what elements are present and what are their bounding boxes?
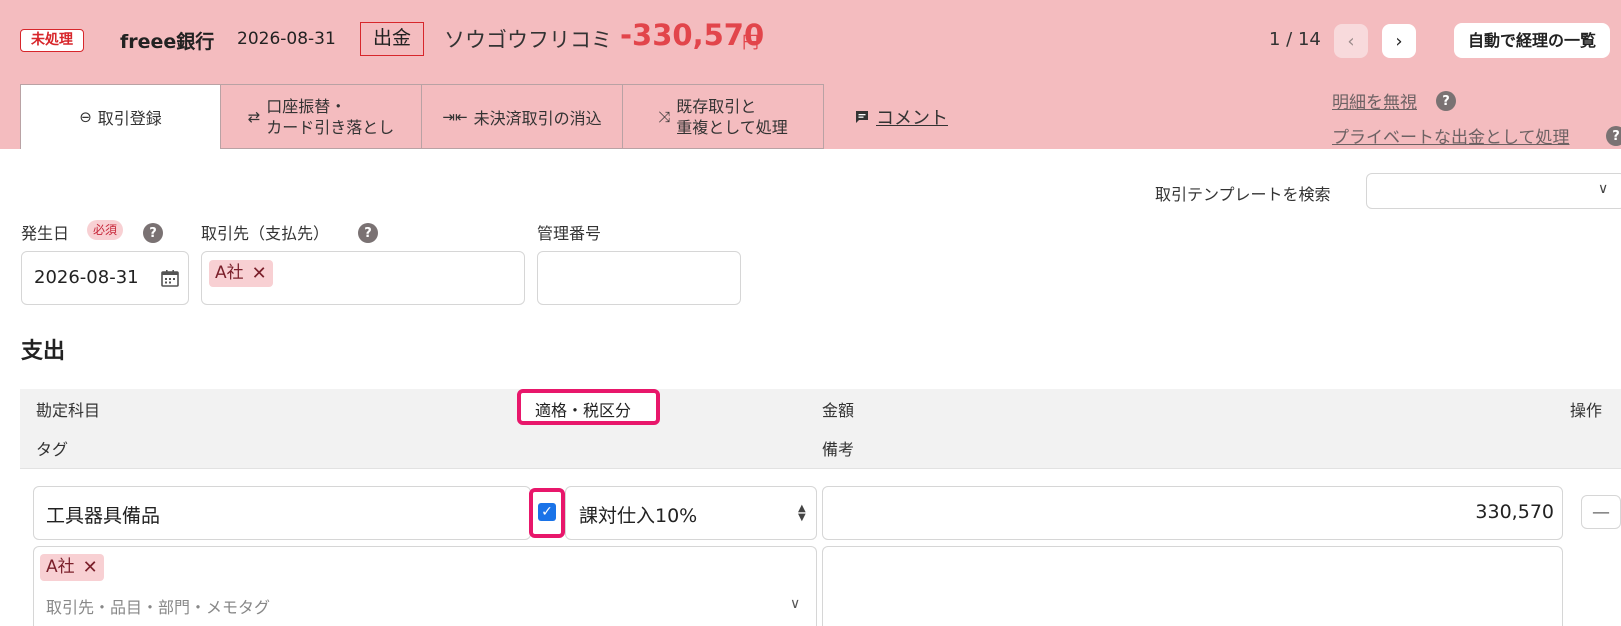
minus-circle-icon: ⊖ [79,108,92,126]
partner-chip-label: A社 [215,263,244,283]
amount-field[interactable] [822,486,1563,540]
chevron-down-icon: ∨ [1598,181,1609,197]
help-icon[interactable]: ? [1436,91,1456,111]
template-search-label: 取引テンプレートを検索 [1155,185,1331,204]
comment-link[interactable]: コメント [854,104,948,130]
date-label: 発生日 [21,224,70,243]
column-header-tag: タグ [36,440,69,459]
tab-reconcile-unsettled[interactable]: ⇥⇤ 未決済取引の消込 [422,84,623,149]
partner-label: 取引先（支払先） [201,224,330,243]
swap-arrows-icon: ⇄ [247,107,261,126]
amount-value: 330,570 [1475,501,1554,523]
previous-button[interactable]: ‹ [1334,24,1368,58]
private-withdrawal-link[interactable]: プライベートな出金として処理 [1332,123,1570,148]
merge-icon: ⇥⇤ [442,107,468,126]
chevron-down-icon[interactable]: ∨ [790,596,800,612]
column-header-amount: 金額 [822,401,855,420]
minus-icon: — [1592,501,1610,523]
tab-label: 口座振替・ カード引き落とし [266,96,394,138]
management-number-field[interactable] [537,251,741,305]
tab-register-transaction[interactable]: ⊖ 取引登録 [20,84,221,149]
tag-chip: A社 ✕ [40,554,104,581]
tab-label-line1: 口座振替・ [266,96,347,116]
comment-icon [856,111,868,123]
transaction-date: 2026-08-31 [237,29,336,49]
tab-account-transfer[interactable]: ⇄ 口座振替・ カード引き落とし [221,84,422,149]
pager-indicator: 1 / 14 [1269,29,1321,50]
select-arrows-icon: ▲ ▼ [798,503,806,523]
chevron-right-icon: › [1395,30,1403,52]
tax-category-value: 課対仕入10% [579,505,698,527]
table-header [20,389,1621,469]
partner-chip: A社 ✕ [209,260,273,287]
tab-label: 取引登録 [97,109,162,128]
tab-label-line1: 既存取引と [676,96,757,116]
template-search-select[interactable] [1366,173,1621,209]
remove-row-button[interactable]: — [1581,495,1621,529]
shuffle-icon: ⤨ [658,107,671,126]
currency-unit: 円 [742,33,759,53]
help-icon[interactable]: ? [358,223,378,243]
tab-label: 既存取引と 重複として処理 [676,96,788,138]
help-icon[interactable]: ? [143,223,163,243]
payee-name: ソウゴウフリコミ [444,28,612,52]
calendar-icon[interactable] [160,268,180,288]
date-field-value: 2026-08-31 [34,267,139,288]
auto-accounting-list-button[interactable]: 自動で経理の一覧 [1454,23,1611,58]
column-header-tax: 適格・税区分 [535,401,632,420]
note-field[interactable] [822,546,1563,626]
bank-name: freee銀行 [120,31,215,53]
account-value: 工具器具備品 [46,505,161,527]
next-button[interactable]: › [1382,24,1416,58]
column-header-account: 勘定科目 [36,401,101,420]
help-icon[interactable]: ? [1606,126,1621,146]
close-icon[interactable]: ✕ [83,554,98,581]
tab-label-line2: カード引き落とし [266,117,395,137]
column-header-note: 備考 [822,440,855,459]
ignore-statement-link[interactable]: 明細を無視 [1332,88,1417,113]
tags-placeholder: 取引先・品目・部門・メモタグ [46,598,271,617]
column-header-action: 操作 [1570,401,1603,420]
management-number-label: 管理番号 [537,224,602,243]
comment-label: コメント [876,108,948,129]
tag-chip-label: A社 [46,557,75,577]
tab-label-line2: 重複として処理 [676,117,788,137]
tab-duplicate-existing[interactable]: ⤨ 既存取引と 重複として処理 [623,84,824,149]
section-title: 支出 [21,339,66,364]
required-badge: 必須 [87,220,124,240]
status-badge: 未処理 [20,29,84,52]
withdrawal-badge: 出金 [360,22,425,56]
qualified-checkbox[interactable]: ✓ [538,503,556,521]
tab-label: 未決済取引の消込 [473,108,602,128]
chevron-left-icon: ‹ [1347,30,1355,52]
action-tabs: ⊖ 取引登録 ⇄ 口座振替・ カード引き落とし ⇥⇤ 未決済取引の消込 ⤨ 既存取… [20,84,824,149]
close-icon[interactable]: ✕ [252,260,267,287]
